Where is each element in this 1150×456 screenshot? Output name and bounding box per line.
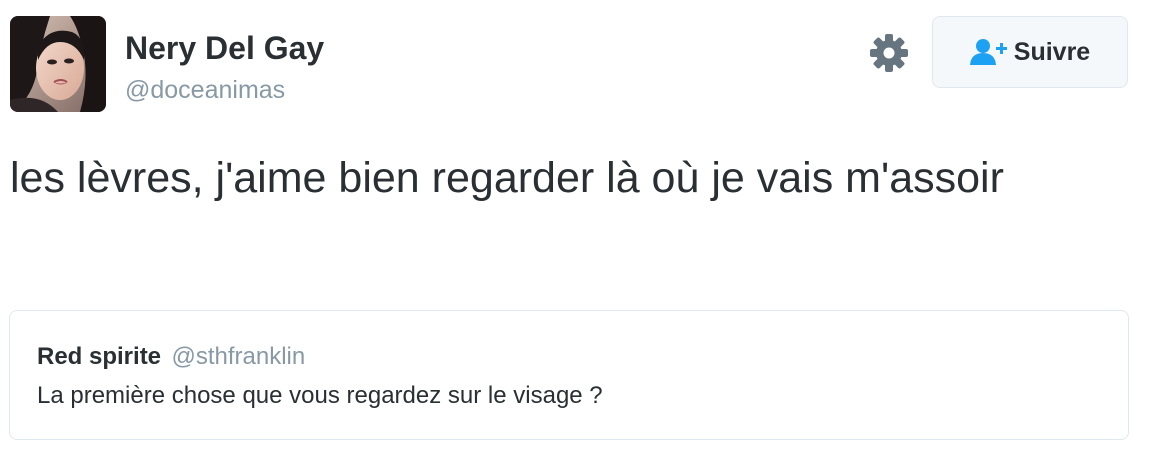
quoted-tweet-text: La première chose que vous regardez sur … xyxy=(37,382,603,409)
author-screen-name[interactable]: @doceanimas xyxy=(125,76,285,105)
follow-button[interactable]: Suivre xyxy=(932,16,1128,88)
avatar[interactable] xyxy=(10,16,106,112)
quoted-tweet[interactable]: Red spirite @sthfranklin La première cho… xyxy=(9,310,1129,440)
tweet: Nery Del Gay @doceanimas Suivre les lèvr… xyxy=(0,0,1150,456)
tweet-text: les lèvres, j'aime bien regarder là où j… xyxy=(10,154,1004,202)
quoted-author-handle: @sthfranklin xyxy=(171,343,306,370)
add-user-icon xyxy=(969,39,1007,65)
author-display-name[interactable]: Nery Del Gay xyxy=(125,30,324,67)
avatar-photo xyxy=(10,16,106,112)
quoted-tweet-header: Red spirite @sthfranklin xyxy=(37,343,305,371)
gear-icon[interactable] xyxy=(868,32,910,74)
quoted-author-name: Red spirite xyxy=(37,343,162,370)
follow-label: Suivre xyxy=(1013,37,1091,66)
